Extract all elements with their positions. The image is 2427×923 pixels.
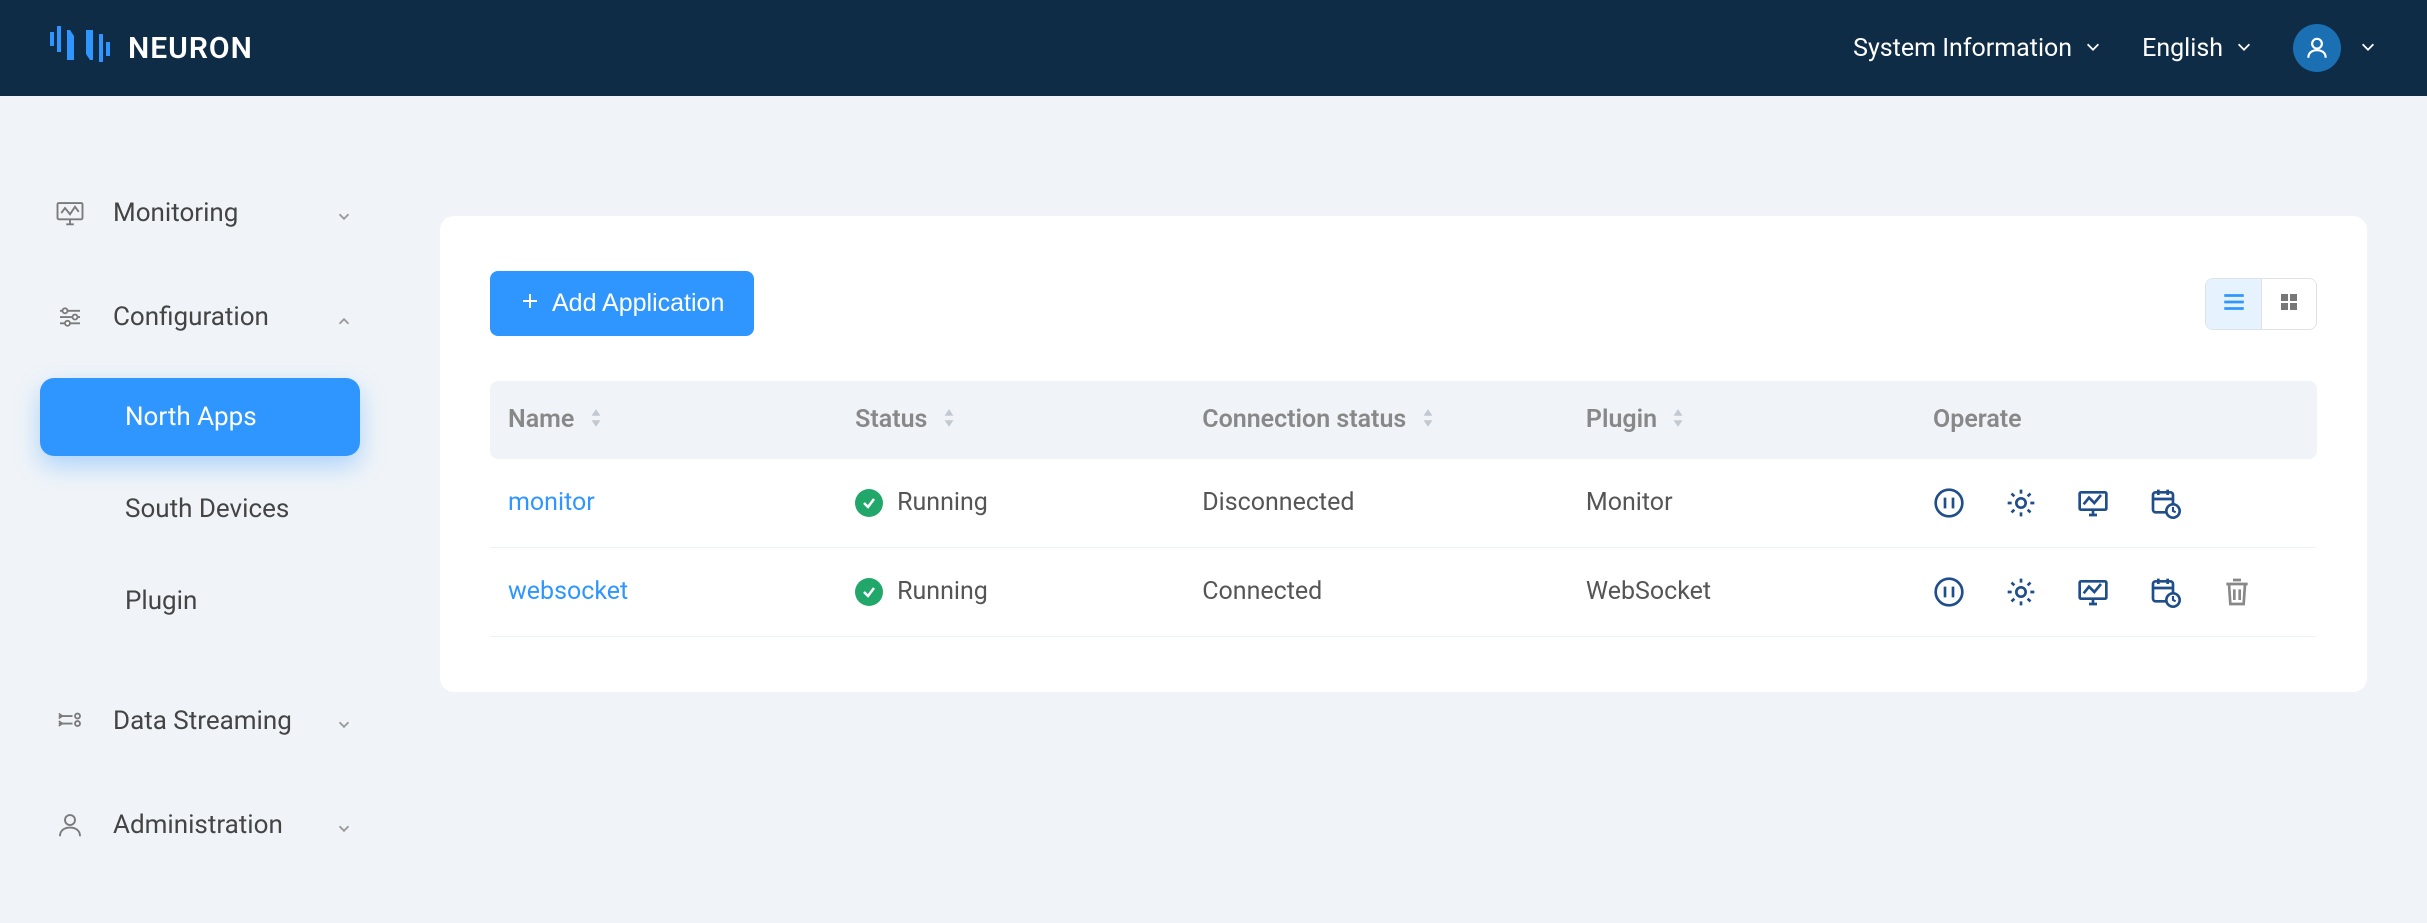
col-status-label: Status bbox=[855, 405, 927, 434]
schedule-icon bbox=[2149, 497, 2181, 526]
plugin-name: Monitor bbox=[1568, 459, 1915, 548]
col-name[interactable]: Name bbox=[490, 381, 837, 459]
app-name-link[interactable]: monitor bbox=[508, 488, 595, 517]
status-ok-icon bbox=[855, 578, 883, 606]
settings-button[interactable] bbox=[2005, 576, 2037, 608]
sidebar-item-plugin[interactable]: Plugin bbox=[40, 562, 360, 640]
stats-button[interactable] bbox=[2077, 487, 2109, 519]
list-view-button[interactable] bbox=[2206, 279, 2261, 329]
col-operate: Operate bbox=[1915, 381, 2317, 459]
stats-button[interactable] bbox=[2077, 576, 2109, 608]
settings-button[interactable] bbox=[2005, 487, 2037, 519]
monitor-icon bbox=[55, 198, 85, 228]
sidebar-data-streaming-label: Data Streaming bbox=[113, 706, 335, 736]
sort-icon bbox=[1671, 406, 1685, 435]
pause-icon bbox=[1933, 586, 1965, 615]
language-menu[interactable]: English bbox=[2142, 34, 2253, 63]
col-name-label: Name bbox=[508, 405, 574, 434]
apps-table: Name Status Connection sta bbox=[490, 381, 2317, 637]
plugin-name: WebSocket bbox=[1568, 547, 1915, 636]
pause-button[interactable] bbox=[1933, 576, 1965, 608]
sliders-icon bbox=[55, 302, 85, 332]
status-text: Running bbox=[897, 488, 988, 517]
chevron-down-icon bbox=[335, 203, 355, 223]
col-plugin-label: Plugin bbox=[1586, 405, 1657, 434]
status-text: Running bbox=[897, 577, 988, 606]
sidebar-item-south-devices[interactable]: South Devices bbox=[40, 470, 360, 548]
brand-name: NEURON bbox=[128, 31, 253, 66]
sidebar-item-configuration[interactable]: Configuration bbox=[0, 280, 400, 354]
add-application-button[interactable]: Add Application bbox=[490, 271, 754, 336]
stream-icon bbox=[55, 706, 85, 736]
delete-button[interactable] bbox=[2221, 576, 2253, 608]
sidebar-monitoring-label: Monitoring bbox=[113, 198, 335, 228]
table-header-row: Name Status Connection sta bbox=[490, 381, 2317, 459]
add-application-label: Add Application bbox=[552, 289, 724, 318]
grid-view-button[interactable] bbox=[2261, 279, 2316, 329]
logo-icon bbox=[50, 26, 110, 70]
pause-button[interactable] bbox=[1933, 487, 1965, 519]
trash-icon bbox=[2221, 586, 2253, 615]
user-menu[interactable] bbox=[2293, 24, 2377, 72]
user-icon bbox=[55, 810, 85, 840]
app-name-link[interactable]: websocket bbox=[508, 577, 628, 606]
app-header: NEURON System Information English bbox=[0, 0, 2427, 96]
chart-icon bbox=[2077, 586, 2109, 615]
gear-icon bbox=[2005, 586, 2037, 615]
system-information-menu[interactable]: System Information bbox=[1853, 34, 2102, 63]
panel-toolbar: Add Application bbox=[490, 271, 2317, 336]
table-row: websocket Running ConnectedWebSocket bbox=[490, 547, 2317, 636]
sidebar: Monitoring Configuration North Apps Sout… bbox=[0, 96, 400, 862]
header-right: System Information English bbox=[1853, 24, 2377, 72]
col-operate-label: Operate bbox=[1933, 405, 2022, 434]
chevron-down-icon bbox=[335, 815, 355, 835]
main-area: Add Application bbox=[400, 96, 2427, 862]
grid-icon bbox=[2277, 290, 2301, 318]
gear-icon bbox=[2005, 497, 2037, 526]
sidebar-north-apps-label: North Apps bbox=[125, 402, 257, 432]
system-information-label: System Information bbox=[1853, 34, 2072, 63]
chevron-down-icon bbox=[2084, 34, 2102, 63]
sidebar-south-devices-label: South Devices bbox=[125, 494, 289, 524]
status-ok-icon bbox=[855, 489, 883, 517]
language-label: English bbox=[2142, 34, 2223, 63]
sort-icon bbox=[942, 406, 956, 435]
chart-icon bbox=[2077, 497, 2109, 526]
sidebar-item-data-streaming[interactable]: Data Streaming bbox=[0, 684, 400, 758]
sort-icon bbox=[1421, 406, 1435, 435]
chevron-down-icon bbox=[335, 711, 355, 731]
list-icon bbox=[2221, 289, 2247, 319]
schedule-button[interactable] bbox=[2149, 576, 2181, 608]
sort-icon bbox=[589, 406, 603, 435]
table-row: monitor Running DisconnectedMonitor bbox=[490, 459, 2317, 548]
col-plugin[interactable]: Plugin bbox=[1568, 381, 1915, 459]
col-status[interactable]: Status bbox=[837, 381, 1184, 459]
sidebar-item-north-apps[interactable]: North Apps bbox=[40, 378, 360, 456]
schedule-button[interactable] bbox=[2149, 487, 2181, 519]
sidebar-configuration-subitems: North Apps South Devices Plugin bbox=[0, 354, 400, 664]
connection-status: Connected bbox=[1184, 547, 1568, 636]
chevron-down-icon bbox=[2235, 34, 2253, 63]
logo-block: NEURON bbox=[50, 26, 253, 70]
connection-status: Disconnected bbox=[1184, 459, 1568, 548]
user-icon bbox=[2304, 35, 2330, 61]
col-connection-label: Connection status bbox=[1202, 405, 1406, 434]
sidebar-configuration-label: Configuration bbox=[113, 302, 335, 332]
north-apps-panel: Add Application bbox=[440, 216, 2367, 692]
sidebar-item-administration[interactable]: Administration bbox=[0, 788, 400, 862]
sidebar-plugin-label: Plugin bbox=[125, 586, 197, 616]
view-toggle bbox=[2205, 278, 2317, 330]
plus-icon bbox=[520, 289, 540, 318]
chevron-up-icon bbox=[335, 307, 355, 327]
col-connection[interactable]: Connection status bbox=[1184, 381, 1568, 459]
schedule-icon bbox=[2149, 586, 2181, 615]
sidebar-administration-label: Administration bbox=[113, 810, 335, 840]
sidebar-item-monitoring[interactable]: Monitoring bbox=[0, 176, 400, 250]
avatar bbox=[2293, 24, 2341, 72]
chevron-down-icon bbox=[2359, 34, 2377, 63]
pause-icon bbox=[1933, 497, 1965, 526]
